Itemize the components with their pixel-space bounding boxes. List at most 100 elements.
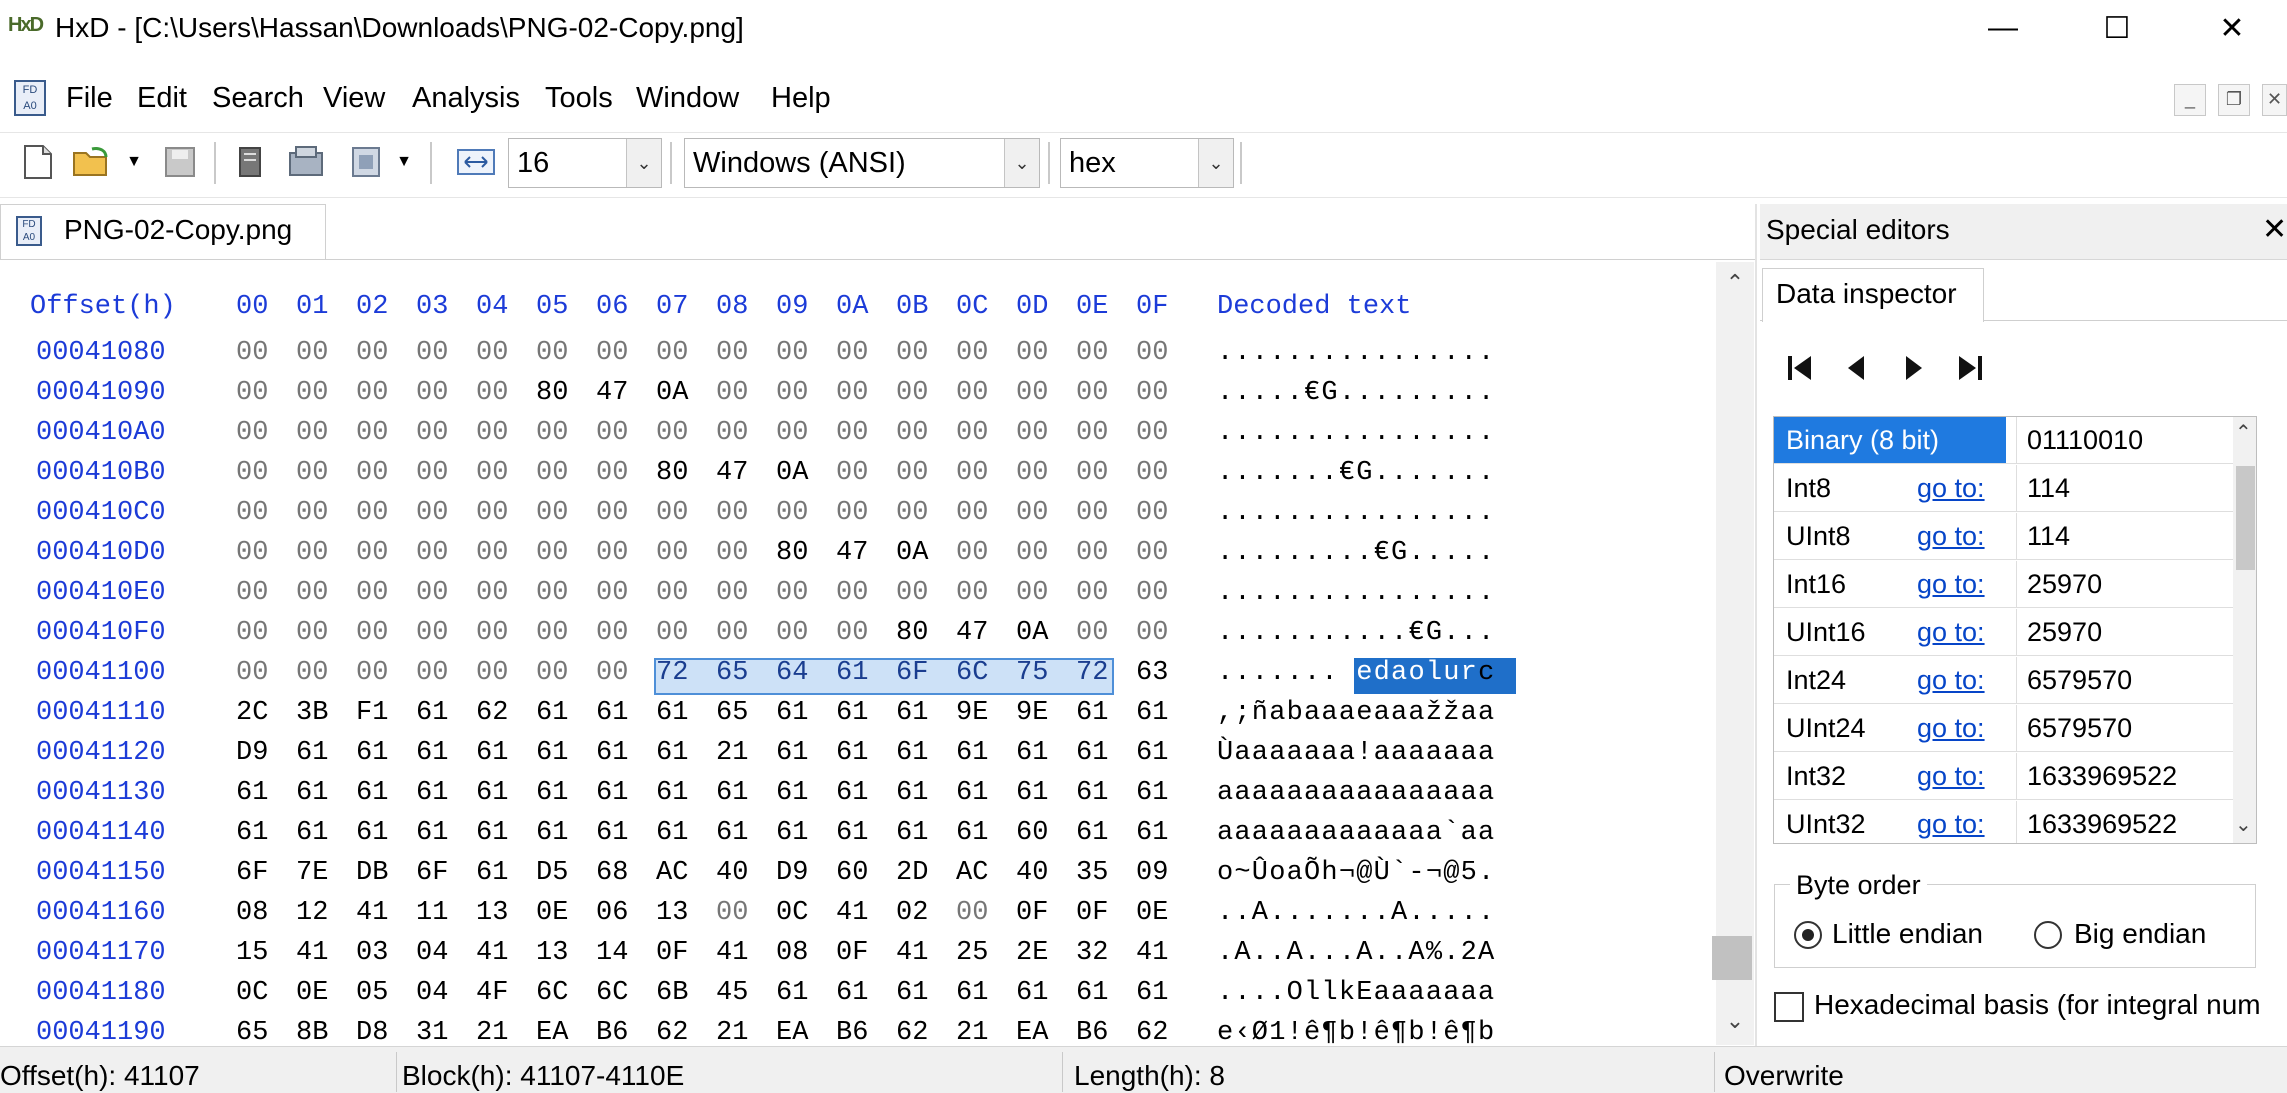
hex-byte[interactable]: 00 — [296, 458, 340, 488]
hex-byte[interactable]: 04 — [416, 938, 460, 968]
hex-byte[interactable]: 61 — [656, 738, 700, 768]
hex-byte[interactable]: 80 — [656, 458, 700, 488]
hex-byte[interactable]: 2C — [236, 698, 280, 728]
hex-byte[interactable]: 68 — [596, 858, 640, 888]
hex-byte[interactable]: 61 — [716, 818, 760, 848]
decoded-text[interactable]: ,;ñabaaaeaaažžaa — [1217, 698, 1495, 728]
hex-byte[interactable]: 61 — [596, 778, 640, 808]
hex-byte[interactable]: 60 — [836, 858, 880, 888]
minimize-button[interactable]: — — [1948, 0, 2058, 56]
hex-byte[interactable]: 6F — [416, 858, 460, 888]
hex-byte[interactable]: 00 — [596, 418, 640, 448]
ram-dropdown-icon[interactable]: ▼ — [392, 140, 416, 184]
hex-byte[interactable]: 00 — [296, 618, 340, 648]
inspector-value[interactable]: 114 — [2016, 513, 2236, 559]
hex-byte[interactable]: D9 — [776, 858, 820, 888]
hex-byte[interactable]: 00 — [836, 578, 880, 608]
hex-byte[interactable]: 00 — [356, 458, 400, 488]
hex-byte[interactable]: 00 — [596, 498, 640, 528]
hex-byte[interactable]: 00 — [1016, 578, 1060, 608]
inspector-value[interactable]: 6579570 — [2016, 657, 2236, 703]
decoded-text[interactable]: .A..A...A..A%.2A — [1217, 938, 1495, 968]
hex-byte[interactable]: 61 — [596, 698, 640, 728]
decoded-text[interactable]: .......redaolurc — [1217, 658, 1495, 688]
hex-byte[interactable]: 7E — [296, 858, 340, 888]
hex-byte[interactable]: 41 — [1136, 938, 1180, 968]
menu-help[interactable]: Help — [771, 82, 831, 115]
decoded-text[interactable]: ................ — [1217, 418, 1495, 448]
hex-byte[interactable]: 80 — [896, 618, 940, 648]
decoded-text[interactable]: ................ — [1217, 578, 1495, 608]
hex-byte[interactable]: 00 — [896, 418, 940, 448]
goto-link[interactable]: go to: — [1917, 617, 1985, 648]
hex-byte[interactable]: 0C — [236, 978, 280, 1008]
hex-byte[interactable]: 6B — [656, 978, 700, 1008]
hex-byte[interactable]: 0F — [656, 938, 700, 968]
hex-byte[interactable]: 00 — [596, 618, 640, 648]
hex-byte[interactable]: 00 — [716, 418, 760, 448]
inspector-value[interactable]: 6579570 — [2016, 705, 2236, 751]
goto-link[interactable]: go to: — [1917, 569, 1985, 600]
hex-byte[interactable]: 72 — [656, 658, 700, 688]
hex-byte[interactable]: 61 — [416, 778, 460, 808]
hex-byte[interactable]: 45 — [716, 978, 760, 1008]
hex-byte[interactable]: 00 — [296, 578, 340, 608]
hex-byte[interactable]: 6C — [536, 978, 580, 1008]
hex-byte[interactable]: 00 — [356, 538, 400, 568]
hex-byte[interactable]: 00 — [776, 498, 820, 528]
inspector-row[interactable]: Int24 go to: 6579570 — [1774, 657, 2236, 704]
hex-byte[interactable]: 00 — [776, 618, 820, 648]
hex-byte[interactable]: 00 — [1016, 458, 1060, 488]
inspector-row[interactable]: UInt32 go to: 1633969522 — [1774, 801, 2236, 843]
hex-byte[interactable]: 8B — [296, 1018, 340, 1045]
hex-byte[interactable]: 3B — [296, 698, 340, 728]
hex-byte[interactable]: 62 — [896, 1018, 940, 1045]
hex-byte[interactable]: 61 — [776, 978, 820, 1008]
chevron-down-icon[interactable]: ⌄ — [626, 139, 661, 187]
hex-byte[interactable]: 00 — [416, 618, 460, 648]
close-button[interactable]: ✕ — [2177, 0, 2287, 56]
hex-byte[interactable]: 61 — [836, 738, 880, 768]
save-icon[interactable] — [160, 140, 200, 184]
hex-byte[interactable]: 00 — [956, 338, 1000, 368]
hex-byte[interactable]: 00 — [356, 658, 400, 688]
inspector-value[interactable]: 25970 — [2016, 609, 2236, 655]
hex-byte[interactable]: 00 — [296, 538, 340, 568]
hex-byte[interactable]: 61 — [356, 738, 400, 768]
hex-byte[interactable]: 47 — [836, 538, 880, 568]
hex-byte[interactable]: AC — [656, 858, 700, 888]
hex-byte[interactable]: 61 — [1136, 778, 1180, 808]
hex-byte[interactable]: 0F — [836, 938, 880, 968]
decoded-text[interactable]: o~ÛoaÕh¬@Ù`-¬@5. — [1217, 858, 1495, 888]
hex-byte[interactable]: 61 — [836, 778, 880, 808]
hex-byte[interactable]: 00 — [956, 418, 1000, 448]
hex-byte[interactable]: 00 — [1076, 618, 1120, 648]
hex-byte[interactable]: 00 — [1136, 458, 1180, 488]
hex-byte[interactable]: 61 — [656, 698, 700, 728]
hex-byte[interactable]: 41 — [296, 938, 340, 968]
hex-byte[interactable]: 61 — [356, 778, 400, 808]
hex-byte[interactable]: 61 — [1136, 978, 1180, 1008]
mdi-restore-button[interactable]: ❐ — [2218, 84, 2250, 116]
hex-byte[interactable]: 47 — [716, 458, 760, 488]
hex-byte[interactable]: 21 — [716, 738, 760, 768]
hex-byte[interactable]: D9 — [236, 738, 280, 768]
hex-byte[interactable]: 00 — [356, 378, 400, 408]
hex-byte[interactable]: D5 — [536, 858, 580, 888]
hex-byte[interactable]: 14 — [596, 938, 640, 968]
hex-byte[interactable]: 00 — [716, 898, 760, 928]
inspector-value[interactable]: 25970 — [2016, 561, 2236, 607]
hex-byte[interactable]: 2D — [896, 858, 940, 888]
hex-byte[interactable]: 00 — [836, 498, 880, 528]
hex-byte[interactable]: 00 — [656, 418, 700, 448]
inspector-row[interactable]: Binary (8 bit) 01110010 — [1774, 417, 2236, 464]
scrollbar-thumb[interactable] — [1712, 936, 1752, 980]
hex-byte[interactable]: 61 — [536, 778, 580, 808]
hex-byte[interactable]: 00 — [476, 618, 520, 648]
hex-byte[interactable]: 0E — [1136, 898, 1180, 928]
hex-byte[interactable]: 0E — [296, 978, 340, 1008]
hex-byte[interactable]: 61 — [596, 818, 640, 848]
hex-byte[interactable]: 61 — [536, 738, 580, 768]
menu-tools[interactable]: Tools — [545, 82, 613, 115]
inspector-value[interactable]: 1633969522 — [2016, 801, 2236, 843]
